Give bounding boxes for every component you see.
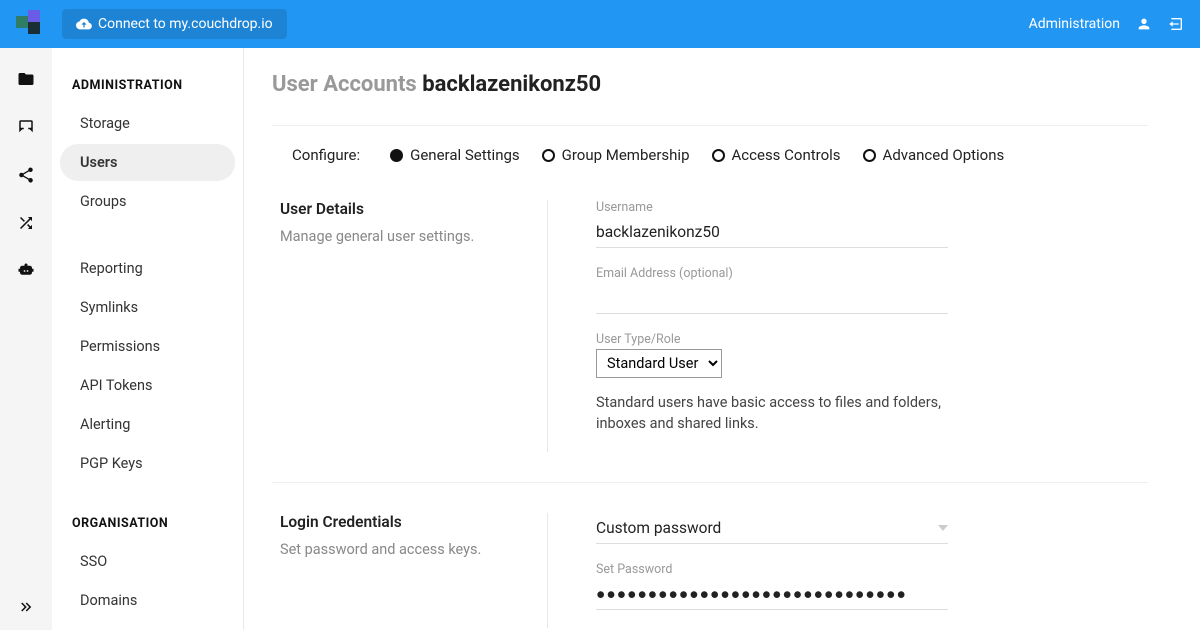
page-title-username: backlazenikonz50 — [422, 72, 601, 97]
configure-label: Configure: — [292, 146, 360, 164]
sidebar-heading-org: ORGANISATION — [52, 510, 243, 541]
sidebar: ADMINISTRATION Storage Users Groups Repo… — [52, 48, 244, 630]
tab-advanced-options[interactable]: Advanced Options — [863, 146, 1005, 164]
connect-label: Connect to my.couchdrop.io — [98, 16, 273, 32]
app-logo — [16, 10, 44, 38]
username-label: Username — [596, 200, 948, 215]
email-label: Email Address (optional) — [596, 266, 948, 281]
tab-access-controls[interactable]: Access Controls — [712, 146, 841, 164]
tab-group-membership[interactable]: Group Membership — [542, 146, 690, 164]
topbar: Connect to my.couchdrop.io Administratio… — [0, 0, 1200, 48]
page-title: User Accounts backlazenikonz50 — [272, 72, 1148, 97]
expand-icon[interactable] — [17, 598, 35, 616]
section-title: User Details — [280, 200, 527, 218]
sidebar-item-alerting[interactable]: Alerting — [60, 406, 235, 443]
role-help-text: Standard users have basic access to file… — [596, 392, 948, 434]
section-desc: Set password and access keys. — [280, 541, 527, 558]
icon-rail — [0, 48, 52, 630]
sidebar-item-domains[interactable]: Domains — [60, 582, 235, 619]
email-input[interactable] — [596, 283, 948, 314]
inbox-icon[interactable] — [17, 118, 35, 136]
radio-empty-icon — [863, 149, 876, 162]
share-icon[interactable] — [17, 166, 35, 184]
role-select[interactable]: Standard User — [596, 349, 722, 378]
logout-icon[interactable] — [1168, 16, 1184, 32]
config-tabs: Configure: General Settings Group Member… — [272, 146, 1148, 164]
section-user-details: User Details Manage general user setting… — [272, 200, 1148, 452]
sidebar-item-permissions[interactable]: Permissions — [60, 328, 235, 365]
sidebar-item-sso[interactable]: SSO — [60, 543, 235, 580]
radio-empty-icon — [542, 149, 555, 162]
password-input[interactable] — [596, 579, 948, 610]
vertical-divider — [547, 513, 548, 628]
sidebar-item-groups[interactable]: Groups — [60, 183, 235, 220]
set-password-label: Set Password — [596, 562, 948, 577]
sidebar-item-api-tokens[interactable]: API Tokens — [60, 367, 235, 404]
tab-label: Access Controls — [732, 146, 841, 164]
password-mode-label: Custom password — [596, 519, 721, 537]
tab-general-settings[interactable]: General Settings — [390, 146, 520, 164]
role-label: User Type/Role — [596, 332, 948, 347]
admin-link[interactable]: Administration — [1029, 16, 1120, 32]
tab-label: Group Membership — [562, 146, 690, 164]
sidebar-item-pgp-keys[interactable]: PGP Keys — [60, 445, 235, 482]
radio-empty-icon — [712, 149, 725, 162]
main-content: User Accounts backlazenikonz50 Configure… — [244, 48, 1200, 630]
chevron-down-icon — [938, 525, 948, 531]
folder-icon[interactable] — [17, 70, 35, 88]
robot-icon[interactable] — [17, 262, 35, 280]
divider — [272, 482, 1148, 483]
section-title: Login Credentials — [280, 513, 527, 531]
tab-label: General Settings — [410, 146, 520, 164]
section-login-credentials: Login Credentials Set password and acces… — [272, 513, 1148, 628]
sidebar-item-users[interactable]: Users — [60, 144, 235, 181]
username-input[interactable] — [596, 217, 948, 248]
divider — [272, 125, 1148, 126]
sidebar-item-reporting[interactable]: Reporting — [60, 250, 235, 287]
cloud-upload-icon — [76, 16, 92, 32]
radio-filled-icon — [390, 149, 403, 162]
sidebar-item-storage[interactable]: Storage — [60, 105, 235, 142]
password-mode-dropdown[interactable]: Custom password — [596, 513, 948, 544]
section-desc: Manage general user settings. — [280, 228, 527, 245]
page-title-prefix: User Accounts — [272, 72, 422, 97]
tab-label: Advanced Options — [883, 146, 1005, 164]
topbar-right: Administration — [1029, 16, 1184, 32]
sidebar-item-symlinks[interactable]: Symlinks — [60, 289, 235, 326]
vertical-divider — [547, 200, 548, 452]
connect-button[interactable]: Connect to my.couchdrop.io — [62, 9, 287, 39]
user-icon[interactable] — [1136, 16, 1152, 32]
sidebar-heading-admin: ADMINISTRATION — [52, 72, 243, 103]
shuffle-icon[interactable] — [17, 214, 35, 232]
